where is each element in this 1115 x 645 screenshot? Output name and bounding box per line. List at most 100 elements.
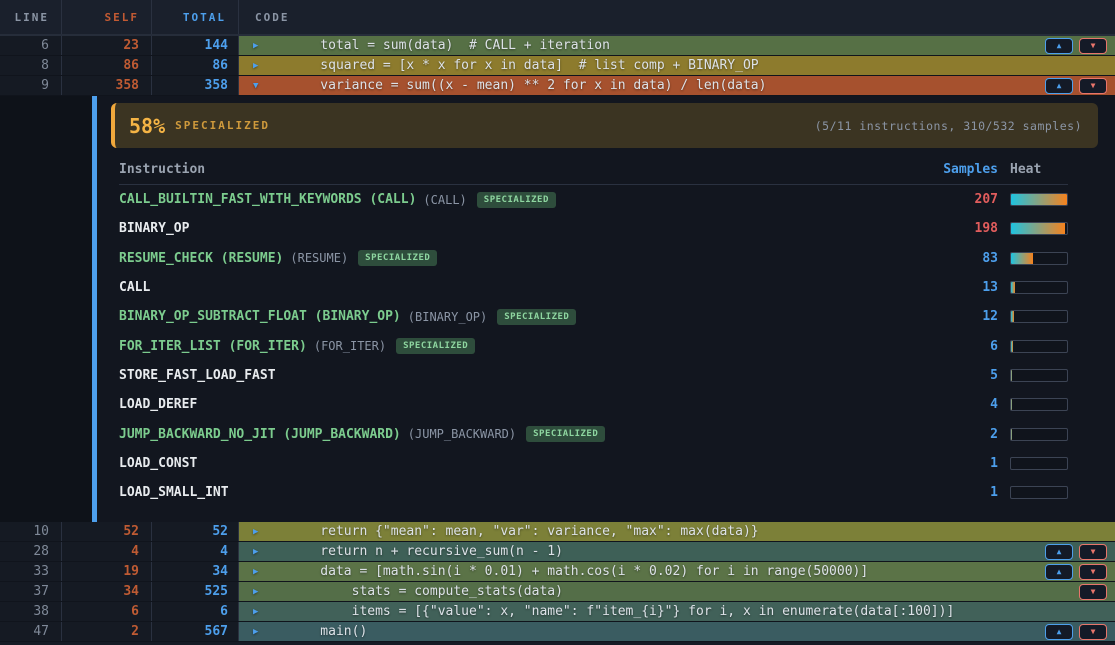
code-cell[interactable]: ▶ return {"mean": mean, "var": variance,… <box>239 522 1115 541</box>
nav-down-button[interactable]: ▼ <box>1079 544 1107 560</box>
nav-buttons: ▲▼ <box>1045 544 1107 560</box>
sample-count: 198 <box>928 221 998 236</box>
total-samples: 4 <box>152 542 239 561</box>
sample-count: 12 <box>928 309 998 324</box>
heat-bar-fill <box>1011 429 1012 440</box>
heat-bar-fill <box>1011 370 1012 381</box>
code-row: 105252▶ return {"mean": mean, "var": var… <box>0 522 1115 542</box>
code-row: 3866▶ items = [{"value": x, "name": f"it… <box>0 602 1115 622</box>
heat-bar <box>1010 369 1068 382</box>
code-cell[interactable]: ▶ stats = compute_stats(data) ▼ <box>239 582 1115 601</box>
nav-up-button[interactable]: ▲ <box>1045 544 1073 560</box>
code-text: stats = compute_stats(data) <box>289 584 563 599</box>
code-text: return n + recursive_sum(n - 1) <box>289 544 563 559</box>
code-text: return {"mean": mean, "var": variance, "… <box>289 524 759 539</box>
expand-arrow-icon[interactable]: ▶ <box>253 587 267 597</box>
self-samples: 86 <box>62 56 152 75</box>
instruction-row: BINARY_OP_SUBTRACT_FLOAT (BINARY_OP) (BIN… <box>119 302 1068 331</box>
specialized-summary: (5/11 instructions, 310/532 samples) <box>815 119 1082 133</box>
code-row: 623144▶ total = sum(data) # CALL + itera… <box>0 36 1115 56</box>
total-samples: 525 <box>152 582 239 601</box>
nav-up-button[interactable]: ▲ <box>1045 564 1073 580</box>
specialized-badge: SPECIALIZED <box>396 338 475 354</box>
instruction-row: LOAD_DEREF4 <box>119 390 1068 419</box>
instruction-base-opcode: (CALL) <box>423 193 466 207</box>
expand-arrow-icon[interactable]: ▶ <box>253 527 267 537</box>
nav-up-button[interactable]: ▲ <box>1045 38 1073 54</box>
sample-count: 13 <box>928 280 998 295</box>
self-samples: 4 <box>62 542 152 561</box>
instruction-name: RESUME_CHECK (RESUME) <box>119 251 283 266</box>
code-cell[interactable]: ▼ variance = sum((x - mean) ** 2 for x i… <box>239 76 1115 95</box>
expand-arrow-icon[interactable]: ▶ <box>253 61 267 71</box>
expand-arrow-icon[interactable]: ▶ <box>253 41 267 51</box>
expand-arrow-icon[interactable]: ▶ <box>253 547 267 557</box>
line-number: 28 <box>0 542 62 561</box>
instruction-name: STORE_FAST_LOAD_FAST <box>119 368 276 383</box>
nav-down-button[interactable]: ▼ <box>1079 564 1107 580</box>
code-cell[interactable]: ▶ total = sum(data) # CALL + iteration▲▼ <box>239 36 1115 55</box>
instruction-base-opcode: (FOR_ITER) <box>314 339 386 353</box>
nav-up-button[interactable]: ▲ <box>1045 624 1073 640</box>
self-samples: 2 <box>62 622 152 641</box>
line-number: 33 <box>0 562 62 581</box>
total-samples: 567 <box>152 622 239 641</box>
nav-buttons: ▲▼ <box>1045 78 1107 94</box>
code-row: 3734525▶ stats = compute_stats(data)▼ <box>0 582 1115 602</box>
sample-count: 83 <box>928 251 998 266</box>
nav-buttons: ▲▼ <box>1045 564 1107 580</box>
table-header: LINE SELF TOTAL CODE <box>0 0 1115 36</box>
code-cell[interactable]: ▶ data = [math.sin(i * 0.01) + math.cos(… <box>239 562 1115 581</box>
code-text: items = [{"value": x, "name": f"item_{i}… <box>289 604 954 619</box>
nav-down-button[interactable]: ▼ <box>1079 584 1107 600</box>
code-cell[interactable]: ▶ return n + recursive_sum(n - 1)▲▼ <box>239 542 1115 561</box>
sample-count: 1 <box>928 456 998 471</box>
profiler-view: LINE SELF TOTAL CODE 623144▶ total = sum… <box>0 0 1115 645</box>
nav-down-button[interactable]: ▼ <box>1079 624 1107 640</box>
code-row: 331934▶ data = [math.sin(i * 0.01) + mat… <box>0 562 1115 582</box>
self-samples: 23 <box>62 36 152 55</box>
code-cell[interactable]: ▶ main() ▲ ▼ <box>239 622 1115 641</box>
heat-bar <box>1010 252 1068 265</box>
expand-arrow-icon[interactable]: ▶ <box>253 627 267 637</box>
code-cell[interactable]: ▶ squared = [x * x for x in data] # list… <box>239 56 1115 75</box>
heat-bar-fill <box>1011 311 1014 322</box>
code-text: main() <box>289 624 367 639</box>
heat-bar <box>1010 193 1068 206</box>
nav-down-button[interactable]: ▼ <box>1079 38 1107 54</box>
column-header-samples[interactable]: Samples <box>928 162 998 177</box>
column-header-line: LINE <box>0 0 62 34</box>
instruction-row: LOAD_SMALL_INT1 <box>119 478 1068 507</box>
instruction-row: CALL_BUILTIN_FAST_WITH_KEYWORDS (CALL) (C… <box>119 185 1068 214</box>
instruction-name: BINARY_OP <box>119 221 189 236</box>
instruction-name: LOAD_DEREF <box>119 397 197 412</box>
self-samples: 358 <box>62 76 152 95</box>
specialized-badge: SPECIALIZED <box>526 426 605 442</box>
instruction-row: JUMP_BACKWARD_NO_JIT (JUMP_BACKWARD)(JUM… <box>119 419 1068 448</box>
total-samples: 6 <box>152 602 239 621</box>
instruction-base-opcode: (BINARY_OP) <box>408 310 487 324</box>
nav-down-button[interactable]: ▼ <box>1079 78 1107 94</box>
instruction-name: FOR_ITER_LIST (FOR_ITER) <box>119 339 307 354</box>
specialized-badge: SPECIALIZED <box>497 309 576 325</box>
instruction-name: BINARY_OP_SUBTRACT_FLOAT (BINARY_OP) <box>119 309 401 324</box>
column-header-heat: Heat <box>1010 162 1068 177</box>
column-header-code: CODE <box>239 0 1115 34</box>
heat-bar <box>1010 398 1068 411</box>
nav-up-button[interactable]: ▲ <box>1045 78 1073 94</box>
code-cell[interactable]: ▶ items = [{"value": x, "name": f"item_{… <box>239 602 1115 621</box>
instruction-row: CALL13 <box>119 273 1068 302</box>
instruction-table-header: Instruction Samples Heat <box>119 162 1068 185</box>
instruction-rows: CALL_BUILTIN_FAST_WITH_KEYWORDS (CALL) (C… <box>119 185 1068 507</box>
instruction-row: FOR_ITER_LIST (FOR_ITER) (FOR_ITER) SPECIA… <box>119 331 1068 360</box>
instruction-base-opcode: (JUMP_BACKWARD) <box>408 427 516 441</box>
code-rows-top: 623144▶ total = sum(data) # CALL + itera… <box>0 36 1115 96</box>
code-row: 2844▶ return n + recursive_sum(n - 1)▲▼ <box>0 542 1115 562</box>
instruction-name: CALL_BUILTIN_FAST_WITH_KEYWORDS (CALL) <box>119 192 416 207</box>
expand-arrow-icon[interactable]: ▶ <box>253 567 267 577</box>
total-samples: 86 <box>152 56 239 75</box>
heat-bar <box>1010 340 1068 353</box>
collapse-arrow-icon[interactable]: ▼ <box>253 81 267 91</box>
line-number: 38 <box>0 602 62 621</box>
expand-arrow-icon[interactable]: ▶ <box>253 607 267 617</box>
